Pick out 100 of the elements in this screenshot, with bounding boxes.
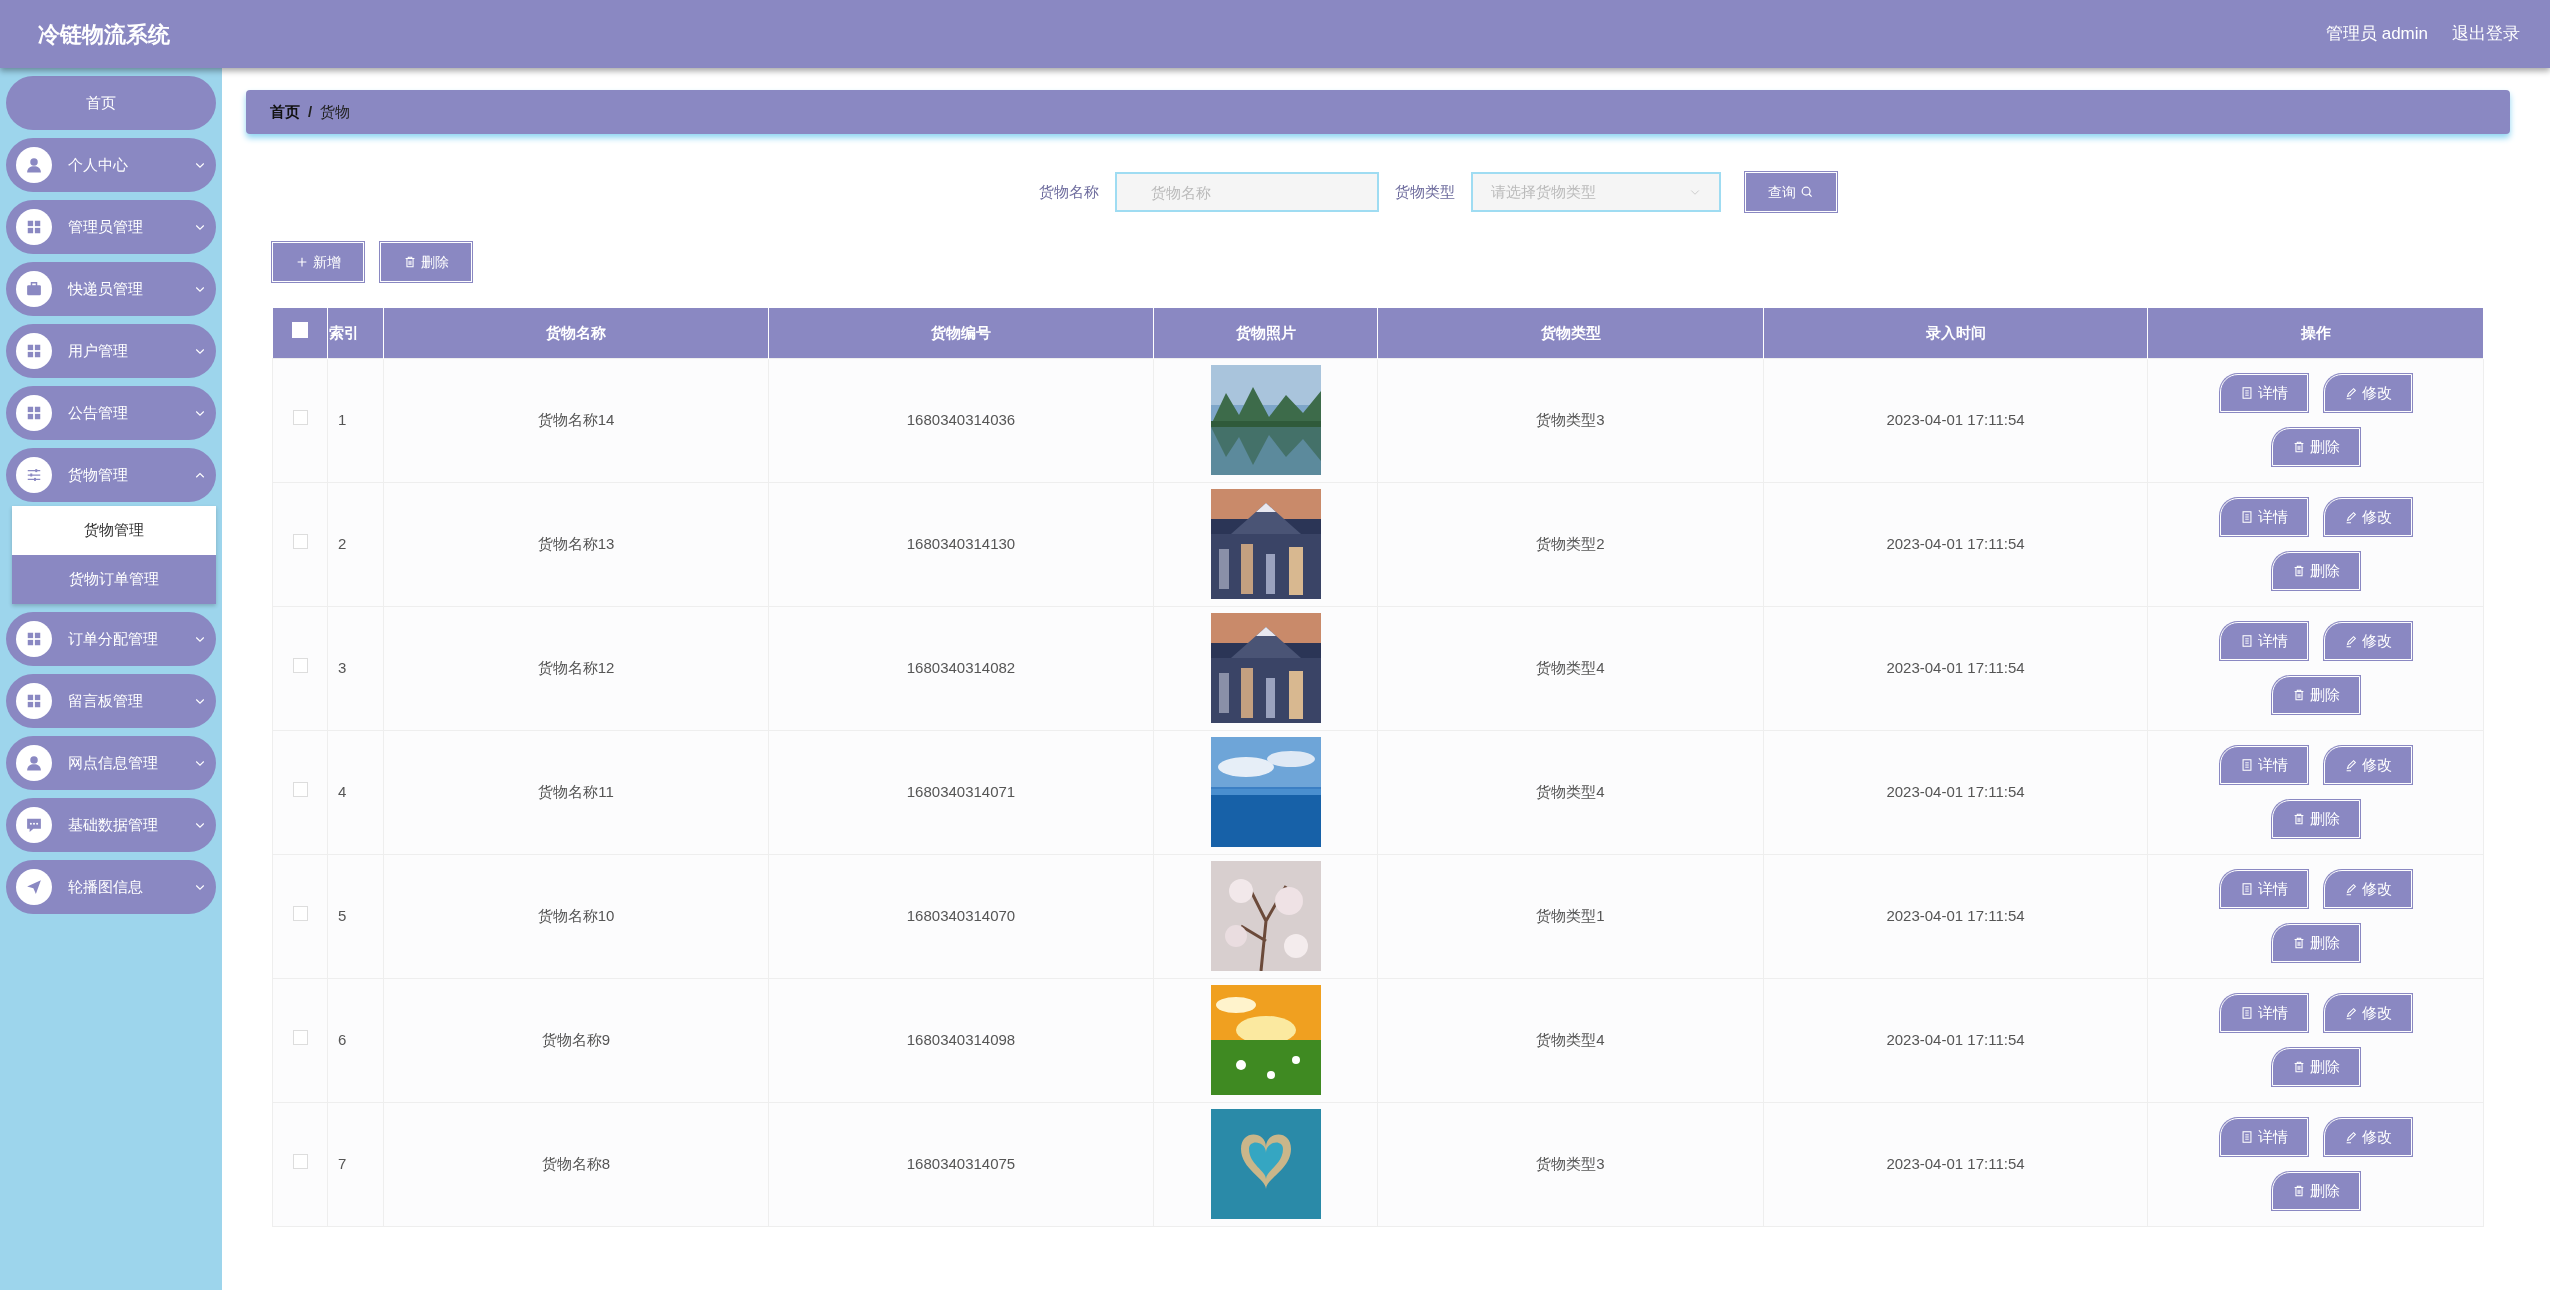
row-checkbox[interactable] — [292, 1029, 308, 1045]
table-cell: 2023-04-01 17:11:54 — [1763, 358, 2148, 482]
row-checkbox[interactable] — [292, 409, 308, 425]
delete-button[interactable]: 删除 — [2271, 924, 2360, 962]
breadcrumb-current: 货物 — [320, 101, 351, 122]
delete-button[interactable]: 删除 — [2271, 552, 2360, 590]
column-header: 索引 — [327, 308, 384, 358]
details-button[interactable]: 详情 — [2219, 994, 2308, 1032]
details-button[interactable]: 详情 — [2219, 1118, 2308, 1156]
edit-button[interactable]: 修改 — [2323, 374, 2412, 412]
details-button[interactable]: 详情 — [2219, 622, 2308, 660]
details-button[interactable]: 详情 — [2219, 746, 2308, 784]
delete-button[interactable]: 删除 — [380, 242, 472, 282]
table-cell: 货物类型1 — [1377, 854, 1764, 978]
details-button[interactable]: 详情 — [2219, 498, 2308, 536]
table-cell: 1680340314070 — [768, 854, 1154, 978]
row-checkbox[interactable] — [292, 1153, 308, 1169]
edit-button[interactable]: 修改 — [2323, 994, 2412, 1032]
field-label: 货物类型 — [1395, 181, 1455, 202]
table-cell: 货物名称8 — [383, 1102, 769, 1226]
table-cell: 1680340314082 — [768, 606, 1154, 730]
table-cell: 1 — [327, 358, 384, 482]
column-header: 货物类型 — [1377, 308, 1764, 358]
table-cell: 5 — [327, 854, 384, 978]
field-label: 货物名称 — [1039, 181, 1099, 202]
document-icon — [2239, 1130, 2254, 1144]
row-checkbox[interactable] — [292, 781, 308, 797]
sidebar-item[interactable]: 订单分配管理 — [6, 612, 216, 666]
delete-button[interactable]: 删除 — [2271, 676, 2360, 714]
breadcrumb-separator: / — [308, 101, 313, 122]
add-button[interactable]: 新增 — [272, 242, 364, 282]
breadcrumb-link[interactable]: 首页 — [270, 100, 300, 124]
pencil-icon — [2343, 1130, 2358, 1144]
table-cell: 货物名称12 — [383, 606, 769, 730]
submenu-item[interactable]: 货物订单管理 — [12, 555, 216, 604]
sidebar-item[interactable]: 公告管理 — [6, 386, 216, 440]
sidebar-item[interactable]: 管理员管理 — [6, 200, 216, 254]
pencil-icon — [2343, 882, 2358, 896]
name-search-field[interactable]: 货物名称 — [1115, 172, 1379, 212]
column-header: 货物照片 — [1153, 308, 1378, 358]
sidebar-item[interactable]: 个人中心 — [6, 138, 216, 192]
document-icon — [2239, 1006, 2254, 1020]
table-cell: 货物类型4 — [1377, 978, 1764, 1102]
table-cell: 货物类型4 — [1377, 730, 1764, 854]
table-cell: 货物名称13 — [383, 482, 769, 606]
table-cell: 货物类型3 — [1377, 1102, 1764, 1226]
row-checkbox[interactable] — [292, 533, 308, 549]
table-cell: 1680340314098 — [768, 978, 1154, 1102]
delete-button[interactable]: 删除 — [2271, 1172, 2360, 1210]
sidebar-item[interactable]: 网点信息管理 — [6, 736, 216, 790]
edit-button[interactable]: 修改 — [2323, 746, 2412, 784]
edit-button[interactable]: 修改 — [2323, 498, 2412, 536]
table-cell: 2023-04-01 17:11:54 — [1763, 854, 2148, 978]
column-header: 货物名称 — [383, 308, 769, 358]
app-title: 冷链物流系统 — [38, 20, 170, 49]
sidebar-item[interactable]: 用户管理 — [6, 324, 216, 378]
row-checkbox[interactable] — [292, 657, 308, 673]
document-icon — [2239, 882, 2254, 896]
edit-button[interactable]: 修改 — [2323, 1118, 2412, 1156]
edit-button[interactable]: 修改 — [2323, 870, 2412, 908]
table-cell: 4 — [327, 730, 384, 854]
sidebar-item[interactable]: 快递员管理 — [6, 262, 216, 316]
table-cell: 1680340314130 — [768, 482, 1154, 606]
table-cell: 7 — [327, 1102, 384, 1226]
sidebar-item[interactable]: 基础数据管理 — [6, 798, 216, 852]
table-cell: 货物类型3 — [1377, 358, 1764, 482]
sidebar-item[interactable]: 首页 — [6, 76, 216, 130]
edit-button[interactable]: 修改 — [2323, 622, 2412, 660]
pencil-icon — [2343, 758, 2358, 772]
logout-link[interactable]: 退出登录 — [2452, 21, 2520, 47]
search-button[interactable]: 查询 — [1745, 172, 1837, 212]
pencil-icon — [2343, 634, 2358, 648]
pencil-icon — [2343, 510, 2358, 524]
document-icon — [2239, 510, 2254, 524]
column-header: 录入时间 — [1763, 308, 2148, 358]
table-cell: 货物名称10 — [383, 854, 769, 978]
details-button[interactable]: 详情 — [2219, 870, 2308, 908]
pencil-icon — [2343, 1006, 2358, 1020]
table-cell: 2023-04-01 17:11:54 — [1763, 606, 2148, 730]
row-checkbox[interactable] — [292, 905, 308, 921]
delete-button[interactable]: 删除 — [2271, 428, 2360, 466]
select-all-checkbox[interactable] — [291, 321, 308, 338]
sidebar-item[interactable]: 轮播图信息 — [6, 860, 216, 914]
details-button[interactable]: 详情 — [2219, 374, 2308, 412]
table-cell: 货物类型2 — [1377, 482, 1764, 606]
person-icon — [24, 155, 44, 175]
table-cell: 2023-04-01 17:11:54 — [1763, 482, 2148, 606]
submenu-item[interactable]: 货物管理 — [12, 506, 216, 555]
trash-icon — [403, 255, 417, 269]
delete-button[interactable]: 删除 — [2271, 800, 2360, 838]
table-cell: 3 — [327, 606, 384, 730]
sidebar-item[interactable]: 货物管理 — [6, 448, 216, 502]
sidebar-item[interactable]: 留言板管理 — [6, 674, 216, 728]
document-icon — [2239, 758, 2254, 772]
table-cell: 2023-04-01 17:11:54 — [1763, 1102, 2148, 1226]
column-header: 操作 — [2147, 308, 2484, 358]
plus-icon — [295, 255, 309, 269]
delete-button[interactable]: 删除 — [2271, 1048, 2360, 1086]
table-cell: 货物名称9 — [383, 978, 769, 1102]
table-cell: 6 — [327, 978, 384, 1102]
